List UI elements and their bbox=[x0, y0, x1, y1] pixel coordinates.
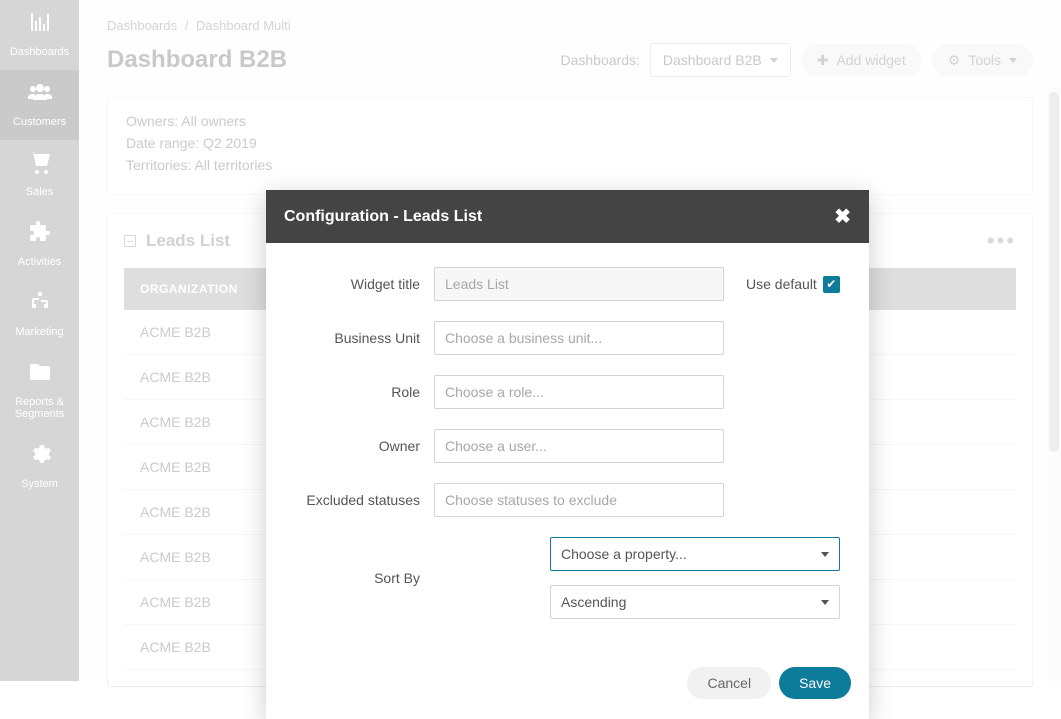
sort-property-value: Choose a property... bbox=[561, 546, 687, 562]
owner-input[interactable] bbox=[434, 429, 724, 463]
business-unit-input[interactable] bbox=[434, 321, 724, 355]
widget-title-label: Widget title bbox=[284, 276, 434, 292]
use-default-label: Use default bbox=[746, 276, 817, 292]
business-unit-label: Business Unit bbox=[284, 330, 434, 346]
modal-header: Configuration - Leads List ✖ bbox=[266, 190, 869, 243]
use-default-checkbox[interactable]: ✔ bbox=[823, 276, 840, 293]
close-icon[interactable]: ✖ bbox=[834, 204, 851, 229]
save-button[interactable]: Save bbox=[779, 667, 851, 699]
role-input[interactable] bbox=[434, 375, 724, 409]
chevron-down-icon bbox=[821, 552, 829, 557]
modal-footer: Cancel Save bbox=[266, 649, 869, 719]
cancel-button[interactable]: Cancel bbox=[687, 667, 771, 699]
excluded-label: Excluded statuses bbox=[284, 492, 434, 508]
widget-title-input[interactable] bbox=[434, 267, 724, 301]
config-modal: Configuration - Leads List ✖ Widget titl… bbox=[266, 190, 869, 719]
sort-direction-value: Ascending bbox=[561, 594, 626, 610]
excluded-input[interactable] bbox=[434, 483, 724, 517]
owner-label: Owner bbox=[284, 438, 434, 454]
sort-property-select[interactable]: Choose a property... bbox=[550, 537, 840, 571]
use-default[interactable]: Use default ✔ bbox=[746, 276, 840, 293]
sort-direction-select[interactable]: Ascending bbox=[550, 585, 840, 619]
sort-by-label: Sort By bbox=[284, 570, 434, 586]
chevron-down-icon bbox=[821, 600, 829, 605]
role-label: Role bbox=[284, 384, 434, 400]
modal-title: Configuration - Leads List bbox=[284, 208, 482, 226]
